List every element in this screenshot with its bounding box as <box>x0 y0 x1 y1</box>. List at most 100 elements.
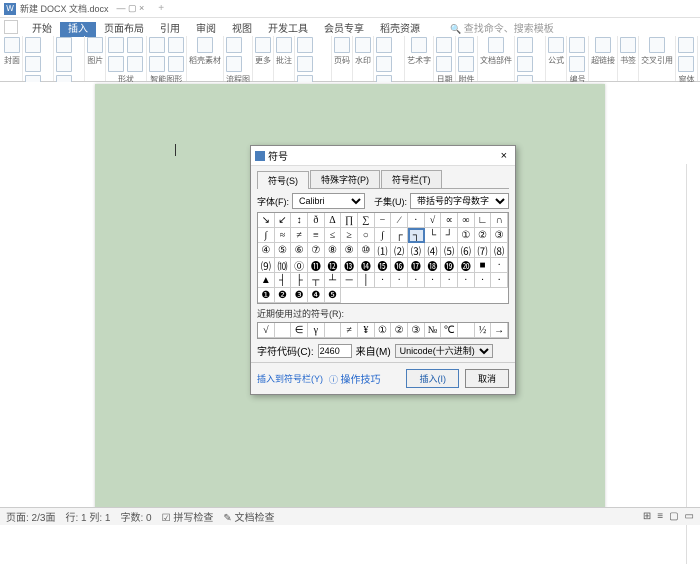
ribbon-icon[interactable] <box>25 37 41 53</box>
symbol-cell[interactable]: ⓴ <box>458 258 475 273</box>
ribbon-icon[interactable] <box>517 37 533 53</box>
menu-tab-4[interactable]: 审阅 <box>188 22 224 37</box>
recent-symbol-cell[interactable]: № <box>425 323 442 338</box>
ribbon-icon[interactable] <box>595 37 611 53</box>
symbol-cell[interactable]: ⓪ <box>291 258 308 273</box>
symbol-cell[interactable]: ❹ <box>308 288 325 303</box>
symbol-cell[interactable]: ∟ <box>475 213 492 228</box>
symbol-cell[interactable]: ∑ <box>358 213 375 228</box>
ribbon-icon[interactable] <box>376 56 392 72</box>
symbol-cell[interactable]: ⑷ <box>425 243 442 258</box>
ribbon-icon[interactable] <box>127 56 143 72</box>
symbol-cell[interactable]: ⑦ <box>308 243 325 258</box>
ribbon-icon[interactable] <box>226 37 242 53</box>
ribbon-icon[interactable] <box>297 37 313 53</box>
symbol-cell[interactable]: · <box>425 273 442 288</box>
cancel-button[interactable]: 取消 <box>465 369 509 388</box>
recent-symbol-cell[interactable] <box>325 323 342 338</box>
ribbon-icon[interactable] <box>488 37 504 53</box>
recent-symbol-cell[interactable]: → <box>491 323 508 338</box>
ribbon-icon[interactable] <box>678 56 694 72</box>
symbol-cell[interactable]: ⑴ <box>375 243 392 258</box>
symbol-cell[interactable]: ⑼ <box>258 258 275 273</box>
view-mode-icon[interactable]: ⊞ <box>643 511 651 522</box>
symbol-cell[interactable]: ❷ <box>275 288 292 303</box>
ribbon-icon[interactable] <box>458 37 474 53</box>
insert-button[interactable]: 插入(I) <box>406 369 459 388</box>
ribbon-icon[interactable] <box>56 56 72 72</box>
symbol-cell[interactable]: ∩ <box>491 213 508 228</box>
status-doc-check[interactable]: ✎ 文档检查 <box>223 509 274 524</box>
ribbon-icon[interactable] <box>436 37 452 53</box>
symbol-cell[interactable]: ① <box>458 228 475 243</box>
symbol-cell[interactable]: ∞ <box>458 213 475 228</box>
symbol-cell[interactable]: ┘ <box>441 228 458 243</box>
recent-symbol-cell[interactable]: ∈ <box>291 323 308 338</box>
symbol-cell[interactable]: ⑤ <box>275 243 292 258</box>
insert-to-bar-link[interactable]: 插入到符号栏(Y) <box>257 372 323 385</box>
search-hint[interactable]: 🔍 查找命令、搜索模板 <box>450 20 554 35</box>
view-mode-icon[interactable]: ≡ <box>657 511 663 522</box>
symbol-cell[interactable]: ⓭ <box>341 258 358 273</box>
symbol-cell[interactable]: · <box>441 273 458 288</box>
ribbon-icon[interactable] <box>4 37 20 53</box>
symbol-cell[interactable]: ⑧ <box>325 243 342 258</box>
recent-symbol-cell[interactable]: γ <box>308 323 325 338</box>
symbol-cell[interactable]: ≥ <box>341 228 358 243</box>
symbol-cell[interactable]: · <box>475 273 492 288</box>
symbol-cell[interactable]: ≈ <box>275 228 292 243</box>
from-select[interactable]: Unicode(十六进制) <box>395 344 493 358</box>
symbol-cell[interactable]: ⑥ <box>291 243 308 258</box>
symbol-cell[interactable]: ∫ <box>258 228 275 243</box>
ribbon-icon[interactable] <box>108 56 124 72</box>
symbol-cell[interactable]: ④ <box>258 243 275 258</box>
ribbon-icon[interactable] <box>569 37 585 53</box>
symbol-cell[interactable]: ■ <box>475 258 492 273</box>
code-input[interactable] <box>318 344 352 358</box>
ribbon-icon[interactable] <box>376 37 392 53</box>
ribbon-icon[interactable] <box>458 56 474 72</box>
symbol-cell[interactable]: ┌ <box>391 228 408 243</box>
symbol-cell[interactable]: ≠ <box>291 228 308 243</box>
symbol-cell[interactable]: √ <box>425 213 442 228</box>
menu-tab-8[interactable]: 稻壳资源 <box>372 22 428 37</box>
symbol-cell[interactable]: · <box>408 273 425 288</box>
recent-symbol-cell[interactable]: ≠ <box>341 323 358 338</box>
symbol-cell[interactable]: ⑺ <box>475 243 492 258</box>
view-mode-icon[interactable]: ▭ <box>685 511 694 522</box>
ribbon-icon[interactable] <box>197 37 213 53</box>
symbol-cell[interactable]: ↕ <box>291 213 308 228</box>
symbol-cell[interactable]: ≤ <box>325 228 342 243</box>
symbol-cell[interactable]: ⓫ <box>308 258 325 273</box>
ribbon-icon[interactable] <box>255 37 271 53</box>
font-select[interactable]: Calibri <box>292 193 365 209</box>
dialog-tab[interactable]: 符号(S) <box>257 171 309 189</box>
symbol-cell[interactable]: ⓲ <box>425 258 442 273</box>
symbol-cell[interactable]: ⓯ <box>375 258 392 273</box>
symbol-cell[interactable]: ─ <box>341 273 358 288</box>
symbol-cell[interactable]: ∕ <box>391 213 408 228</box>
menu-tab-5[interactable]: 视图 <box>224 22 260 37</box>
symbol-cell[interactable]: ⑶ <box>408 243 425 258</box>
recent-symbol-cell[interactable] <box>458 323 475 338</box>
menu-tab-7[interactable]: 会员专享 <box>316 22 372 37</box>
recent-symbol-cell[interactable]: ℃ <box>441 323 458 338</box>
symbol-cell[interactable]: ❶ <box>258 288 275 303</box>
symbol-cell[interactable]: ∫ <box>375 228 392 243</box>
dialog-tab[interactable]: 符号栏(T) <box>381 170 442 188</box>
symbol-cell[interactable]: ⑻ <box>491 243 508 258</box>
symbol-cell[interactable]: ⓰ <box>391 258 408 273</box>
ribbon-icon[interactable] <box>334 37 350 53</box>
symbol-cell[interactable]: ⑨ <box>341 243 358 258</box>
ribbon-icon[interactable] <box>649 37 665 53</box>
ribbon-icon[interactable] <box>355 37 371 53</box>
symbol-cell[interactable]: ∏ <box>341 213 358 228</box>
symbol-cell[interactable]: │ <box>358 273 375 288</box>
symbol-cell[interactable]: ⓱ <box>408 258 425 273</box>
symbol-cell[interactable]: · <box>491 258 508 273</box>
ribbon-icon[interactable] <box>226 56 242 72</box>
symbol-cell[interactable]: ③ <box>491 228 508 243</box>
symbol-cell[interactable]: · <box>408 213 425 228</box>
symbol-cell[interactable]: ⓬ <box>325 258 342 273</box>
symbol-cell[interactable]: ┐ <box>408 228 425 243</box>
